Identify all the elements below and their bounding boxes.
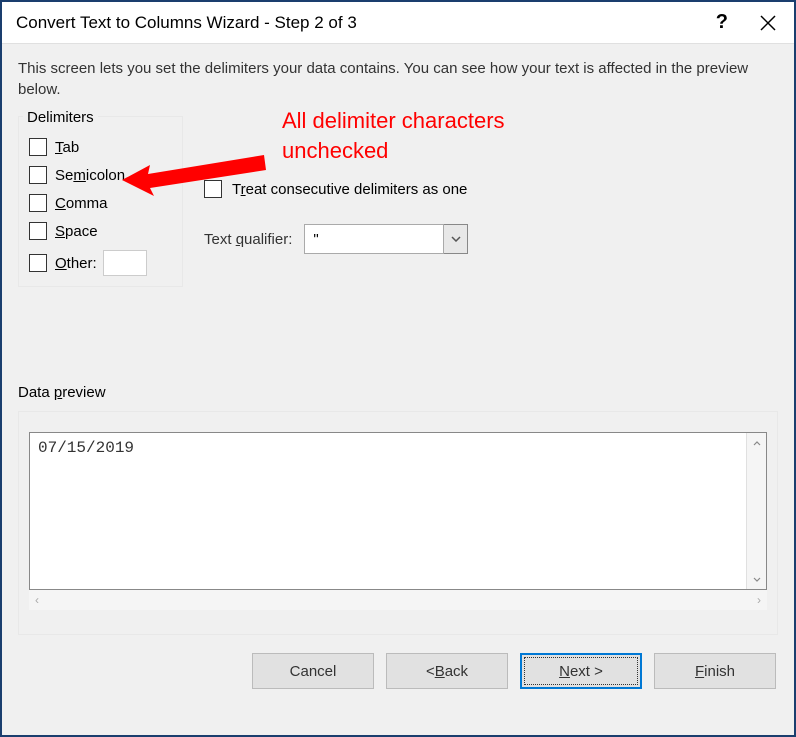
cancel-button[interactable]: Cancel (252, 653, 374, 689)
finish-button[interactable]: Finish (654, 653, 776, 689)
delimiters-group-label: Delimiters (23, 109, 98, 126)
help-icon[interactable]: ? (716, 11, 728, 34)
delimiter-other-row: Other: (29, 250, 172, 276)
delimiter-comma-row: Comma (29, 194, 172, 212)
vertical-scrollbar[interactable] (746, 433, 766, 589)
delimiter-comma-label[interactable]: Comma (55, 195, 108, 212)
delimiter-other-input[interactable] (103, 250, 147, 276)
back-button[interactable]: < Back (386, 653, 508, 689)
treat-consecutive-row: Treat consecutive delimiters as one (204, 180, 468, 198)
delimiter-tab-label[interactable]: Tab (55, 139, 79, 156)
scroll-right-icon[interactable]: › (757, 593, 761, 607)
delimiter-tab-row: Tab (29, 138, 172, 156)
wizard-description: This screen lets you set the delimiters … (18, 58, 778, 100)
text-qualifier-select[interactable]: " (304, 224, 468, 254)
delimiter-space-label[interactable]: Space (55, 223, 98, 240)
delimiter-space-checkbox[interactable] (29, 222, 47, 240)
scroll-up-icon[interactable] (747, 433, 766, 453)
data-preview-content: 07/15/2019 (30, 433, 746, 589)
chevron-down-icon[interactable] (444, 224, 468, 254)
data-preview-box: 07/15/2019 (29, 432, 767, 590)
delimiter-semicolon-label[interactable]: Semicolon (55, 167, 125, 184)
delimiter-other-label[interactable]: Other: (55, 255, 97, 272)
data-preview-section: Data preview 07/15/2019 ‹ › (18, 384, 778, 635)
delimiter-space-row: Space (29, 222, 172, 240)
delimiter-other-checkbox[interactable] (29, 254, 47, 272)
treat-consecutive-checkbox[interactable] (204, 180, 222, 198)
next-button[interactable]: Next > (520, 653, 642, 689)
titlebar: Convert Text to Columns Wizard - Step 2 … (2, 2, 794, 44)
delimiter-semicolon-row: Semicolon (29, 166, 172, 184)
treat-consecutive-label[interactable]: Treat consecutive delimiters as one (232, 181, 467, 198)
window-title: Convert Text to Columns Wizard - Step 2 … (16, 13, 716, 33)
delimiter-tab-checkbox[interactable] (29, 138, 47, 156)
data-preview-label: Data preview (18, 384, 106, 401)
text-qualifier-value[interactable]: " (304, 224, 444, 254)
delimiter-comma-checkbox[interactable] (29, 194, 47, 212)
delimiters-group: Delimiters Tab Semicolon Comma Space (18, 116, 183, 287)
horizontal-scrollbar[interactable]: ‹ › (29, 590, 767, 610)
close-icon[interactable] (756, 11, 780, 35)
scroll-down-icon[interactable] (747, 569, 766, 589)
delimiter-semicolon-checkbox[interactable] (29, 166, 47, 184)
scroll-left-icon[interactable]: ‹ (35, 593, 39, 607)
text-qualifier-label: Text qualifier: (204, 231, 292, 248)
